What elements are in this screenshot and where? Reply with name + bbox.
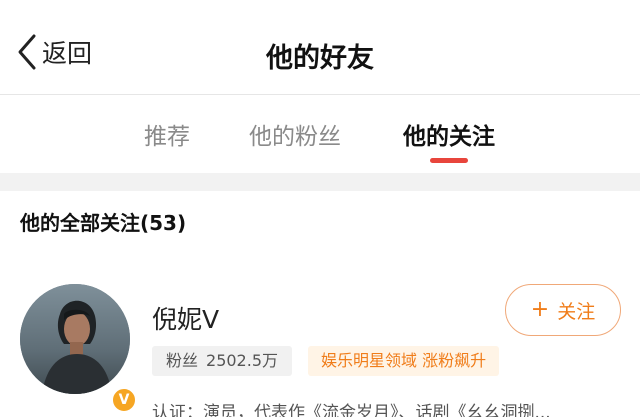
- verified-badge-letter: V: [118, 392, 130, 408]
- fans-count-chip: 粉丝 2502.5万: [152, 346, 293, 376]
- user-list-item[interactable]: V 倪妮V 粉丝 2502.5万 娱乐明星领域 涨粉飙升 认证：演员，代表作《流金…: [0, 270, 640, 417]
- tab-bar: 推荐 他的粉丝 他的关注: [0, 95, 640, 173]
- top-navigation-bar: 返回 他的好友: [0, 0, 640, 94]
- tab-recommended[interactable]: 推荐: [144, 117, 190, 151]
- avatar[interactable]: [20, 284, 130, 394]
- user-name[interactable]: 倪妮V: [152, 300, 219, 336]
- section-gap: [0, 173, 640, 191]
- following-count-title: 他的全部关注(53): [20, 211, 187, 235]
- fans-label: 粉丝: [166, 351, 199, 370]
- fans-count: 2502.5万: [206, 351, 279, 370]
- page-title: 他的好友: [266, 43, 374, 74]
- tab-his-fans[interactable]: 他的粉丝: [249, 117, 341, 151]
- active-tab-indicator: [430, 158, 468, 163]
- verification-description: 认证：演员，代表作《流金岁月》、话剧《幺幺洞捌...: [152, 403, 551, 417]
- category-tag[interactable]: 娱乐明星领域 涨粉飙升: [308, 346, 500, 376]
- tab-his-following[interactable]: 他的关注: [403, 117, 495, 151]
- plus-icon: +: [530, 297, 550, 322]
- follow-button[interactable]: + 关注: [505, 284, 621, 336]
- follow-label: 关注: [557, 300, 596, 323]
- verified-badge-icon: V: [110, 386, 138, 414]
- avatar-image: [20, 284, 130, 394]
